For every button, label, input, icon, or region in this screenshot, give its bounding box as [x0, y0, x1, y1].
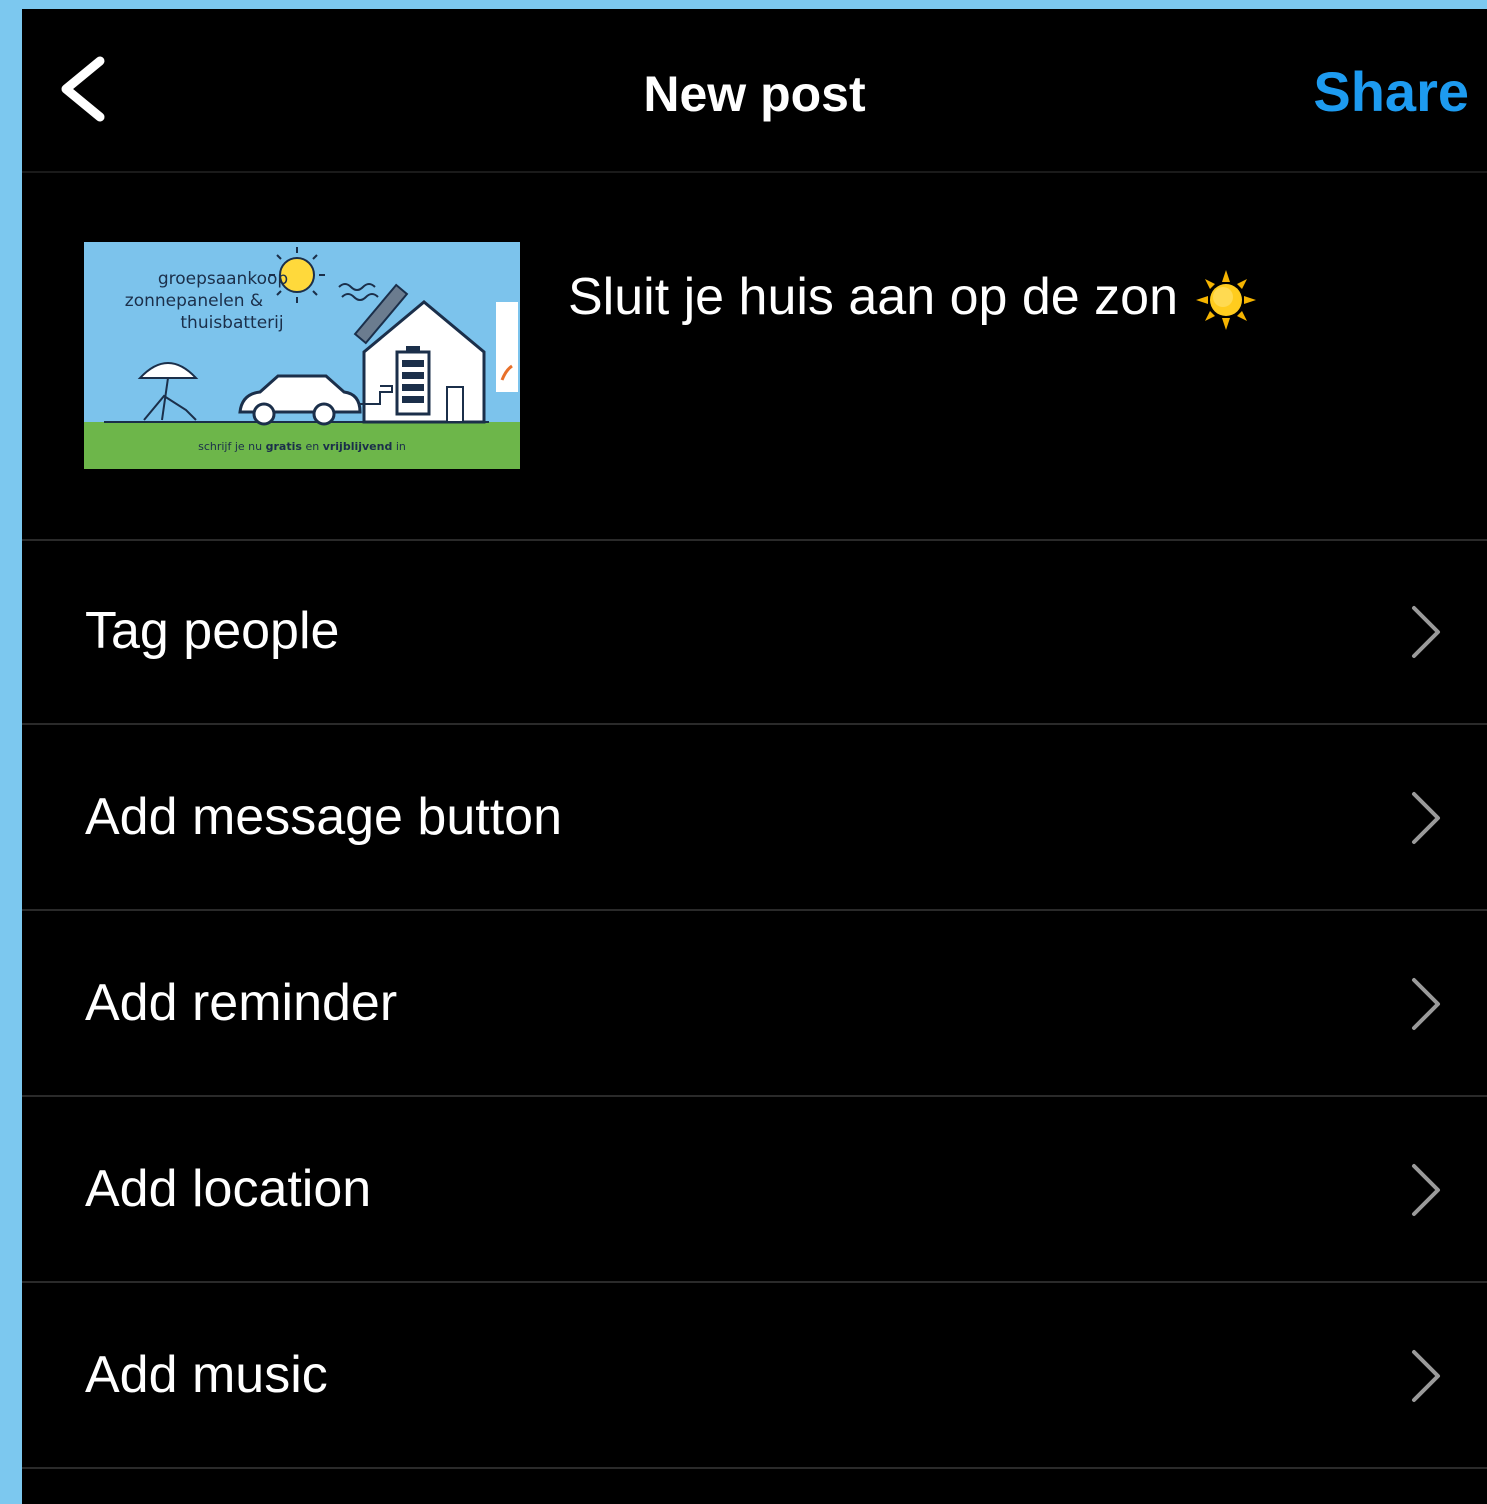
thumbnail-footer-mid: en	[305, 440, 319, 453]
menu-item-label: Add location	[85, 1160, 372, 1218]
page-title: New post	[643, 66, 866, 122]
menu-item-label: Tag people	[85, 602, 340, 660]
caption-text: Sluit je huis aan op de zon	[568, 268, 1178, 326]
thumbnail-footer-prefix: schrijf je nu	[198, 440, 262, 453]
post-thumbnail[interactable]: groepsaankoop zonnepanelen & thuisbatter…	[84, 242, 520, 469]
thumbnail-footer-bold1: gratis	[266, 440, 303, 453]
header-bar: New post Share	[22, 9, 1487, 173]
share-button[interactable]: Share	[1313, 59, 1469, 124]
menu-item-add-music[interactable]: Add music	[22, 1283, 1487, 1469]
thumbnail-illustration: groepsaankoop zonnepanelen & thuisbatter…	[84, 242, 520, 469]
sun-emoji-icon	[1195, 270, 1256, 331]
menu-item-add-location[interactable]: Add location	[22, 1097, 1487, 1283]
chevron-right-icon	[1412, 1164, 1440, 1216]
thumbnail-footer-suffix: in	[396, 440, 406, 453]
menu-item-add-message-button[interactable]: Add message button	[22, 725, 1487, 911]
thumbnail-footer-bold2: vrijblijvend	[323, 440, 393, 453]
menu-item-add-reminder[interactable]: Add reminder	[22, 911, 1487, 1097]
chevron-right-icon	[1412, 792, 1440, 844]
caption-field[interactable]: Sluit je huis aan op de zon	[568, 267, 1258, 332]
chevron-right-icon	[1412, 978, 1440, 1030]
thumbnail-footer-text: schrijf je nu gratis en vrijblijvend in	[198, 440, 406, 453]
post-preview: groepsaankoop zonnepanelen & thuisbatter…	[22, 171, 1487, 541]
menu-item-label: Add reminder	[85, 974, 398, 1032]
chevron-right-icon	[1412, 1350, 1440, 1402]
thumbnail-text-line1: groepsaankoop	[158, 269, 288, 289]
thumbnail-text-line3: thuisbatterij	[180, 313, 283, 333]
chevron-right-icon	[1412, 606, 1440, 658]
thumbnail-text-line2: zonnepanelen &	[125, 291, 263, 311]
new-post-screen: New post Share groepsaankoop zonnepanele…	[22, 9, 1487, 1504]
menu-item-label: Add message button	[85, 788, 562, 846]
menu-item-tag-people[interactable]: Tag people	[22, 539, 1487, 725]
menu-item-label: Add music	[85, 1346, 328, 1404]
